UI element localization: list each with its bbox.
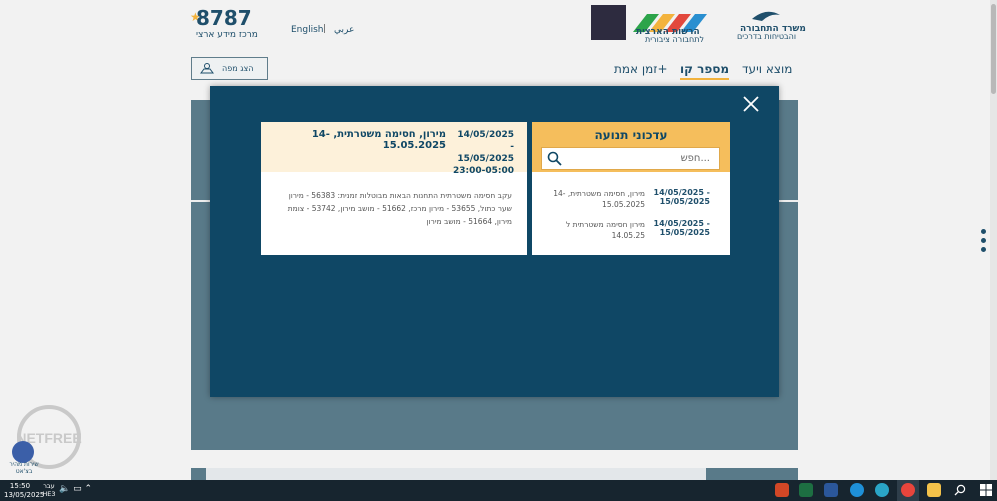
ministry-logo-icon xyxy=(752,11,780,21)
volume-icon[interactable]: 🔈 xyxy=(59,484,70,494)
close-icon[interactable] xyxy=(743,96,759,112)
search-icon[interactable] xyxy=(547,151,562,166)
tray-icons[interactable]: 🔈 ▭ ⌃ xyxy=(59,484,92,494)
network-icon[interactable]: ▭ xyxy=(73,484,82,494)
site-header xyxy=(0,0,990,44)
ie-icon[interactable] xyxy=(850,483,864,497)
authority-name-line2: לתחבורה ציבורית xyxy=(645,35,705,44)
ministry-name-line2: והבטיחות בדרכים xyxy=(737,32,797,41)
chrome-icon[interactable] xyxy=(901,483,915,497)
word-icon[interactable] xyxy=(824,483,838,497)
search-taskbar-icon[interactable] xyxy=(954,484,966,496)
file-explorer-icon[interactable] xyxy=(927,483,941,497)
search-placeholder: חפש... xyxy=(680,153,710,164)
update-item-text[interactable]: מירון חסימה משטרתית ל 14.05.25 xyxy=(545,219,645,241)
tab-real-time[interactable]: זמן אמת+ xyxy=(614,62,668,76)
more-options-icon[interactable] xyxy=(981,229,987,253)
lang-arabic-link[interactable]: عربي xyxy=(334,25,354,35)
show-map-label: הצג מפה xyxy=(222,64,254,73)
taskbar-time: 15:50 xyxy=(9,482,31,490)
detail-date-range: 14/05/2025 - 15/05/2025 23:00-05:00 xyxy=(452,129,514,177)
lang-english-link[interactable]: English xyxy=(291,25,324,35)
hotline-number[interactable]: 8787 xyxy=(196,6,252,30)
chevron-up-icon[interactable]: ⌃ xyxy=(84,484,92,494)
map-icon xyxy=(200,63,214,74)
powerpoint-icon[interactable] xyxy=(775,483,789,497)
update-item-text[interactable]: מירון, חסימה משטרתית, 14-15.05.2025 xyxy=(545,188,645,210)
detail-body: עקב חסימה משטרתית התחנות הבאות מבוטלות ז… xyxy=(287,191,512,226)
windows-start-icon[interactable] xyxy=(980,484,992,496)
background-divider-right xyxy=(778,200,798,202)
taskbar-clock[interactable]: 15:50 13/05/2025 xyxy=(4,482,45,500)
lang-separator: | xyxy=(323,24,327,34)
detail-date-line2: 15/05/2025 xyxy=(457,154,514,164)
update-item-date[interactable]: 14/05/2025 - 15/05/2025 xyxy=(650,188,710,206)
tab-line-number[interactable]: מספר קו xyxy=(680,62,730,80)
partner-logo-image[interactable] xyxy=(591,5,626,40)
detail-date-line1: 14/05/2025 - xyxy=(457,130,514,152)
taskbar-lang-top: עבר xyxy=(43,482,55,490)
tab-origin-destination[interactable]: מוצא ויעד xyxy=(742,62,792,76)
detail-title: מירון, חסימה משטרתית, 14-15.05.2025 xyxy=(311,129,446,151)
background-bottom-strip xyxy=(191,468,798,480)
scrollbar-thumb[interactable] xyxy=(991,4,996,94)
page-scrollbar[interactable] xyxy=(990,0,997,480)
taskbar-lang-bottom: HE3 xyxy=(42,490,56,498)
update-item-date[interactable]: 14/05/2025 - 15/05/2025 xyxy=(650,219,710,237)
windows-taskbar xyxy=(0,480,997,501)
chat-label[interactable]: שירות מהיר בצ'אט xyxy=(6,461,42,475)
background-divider-left xyxy=(191,200,211,202)
taskbar-language[interactable]: עבר HE3 xyxy=(42,482,56,498)
hotline-subtitle: מרכז מידע ארצי xyxy=(196,30,258,40)
excel-icon[interactable] xyxy=(799,483,813,497)
updates-title: עדכוני תנועה xyxy=(594,128,668,142)
detail-date-line3: 23:00-05:00 xyxy=(452,166,514,176)
chat-icon[interactable] xyxy=(12,441,34,463)
edge-icon[interactable] xyxy=(875,483,889,497)
taskbar-date: 13/05/2025 xyxy=(4,491,45,499)
